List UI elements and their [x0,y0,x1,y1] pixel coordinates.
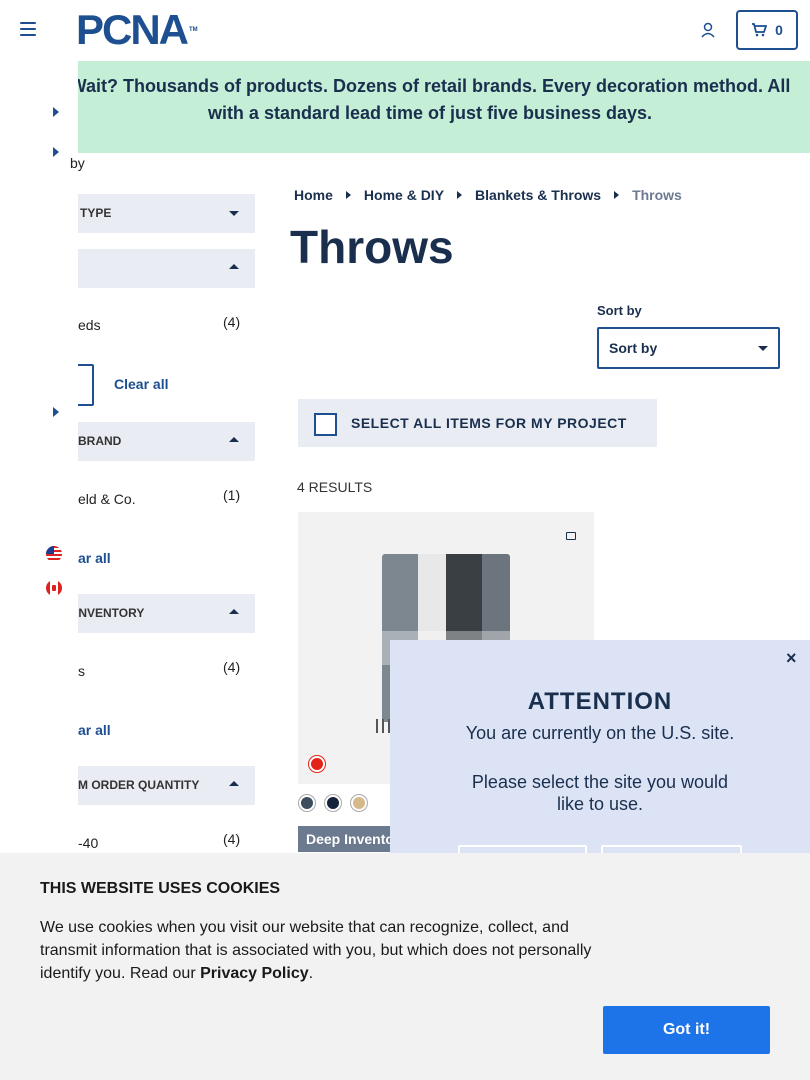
cart-count: 0 [775,22,783,38]
cookie-body-text: We use cookies when you visit our websit… [40,919,592,982]
filter-heading: M ORDER QUANTITY [78,778,200,792]
us-flag-icon[interactable] [46,546,62,562]
drawer-expand-arrow-icon[interactable] [53,107,59,117]
chevron-right-icon [614,191,620,199]
promo-banner: Wait? Thousands of products. Dozens of r… [0,61,810,153]
chevron-up-icon [229,264,239,269]
deep-inventory-badge-icon [309,756,325,772]
filter-option-label[interactable]: eld & Co. [78,491,136,507]
color-swatch[interactable] [299,795,315,811]
drawer-expand-arrow-icon[interactable] [53,407,59,417]
filter-option-count: (4) [223,831,241,847]
sort-label: Sort by [597,303,642,318]
modal-title: ATTENTION [527,688,673,715]
nav-drawer [0,61,78,881]
chevron-up-icon [229,609,239,614]
select-all-label: SELECT ALL ITEMS FOR MY PROJECT [351,415,627,431]
breadcrumb-link[interactable]: Blankets & Throws [475,187,601,203]
cart-button[interactable]: 0 [736,10,798,50]
results-count: 4 RESULTS [297,479,373,495]
breadcrumb-link[interactable]: Home [294,187,333,203]
site-select-modal [390,640,810,880]
pcna-logo[interactable]: PCNA TM [76,9,198,51]
privacy-policy-link[interactable]: Privacy Policy [200,965,309,982]
promo-banner-text: Wait? Thousands of products. Dozens of r… [69,76,791,123]
breadcrumb-link[interactable]: Home & DIY [364,187,444,203]
cart-icon [752,23,768,37]
select-all-checkbox[interactable] [314,413,337,436]
color-swatch[interactable] [351,795,367,811]
sort-select[interactable]: Sort by [597,327,780,369]
breadcrumb-current: Throws [632,187,682,203]
chevron-down-icon [758,346,768,351]
filter-option-count: (4) [223,314,241,330]
color-swatch[interactable] [325,795,341,811]
site-header: PCNA TM 0 [0,0,810,61]
canada-flag-icon[interactable] [46,580,62,596]
filter-option-count: (4) [223,659,241,675]
filter-option-label[interactable]: -40 [78,835,98,851]
chevron-right-icon [457,191,463,199]
cookie-title: THIS WEBSITE USES COOKIES [40,880,281,897]
cookie-banner: THIS WEBSITE USES COOKIES We use cookies… [0,853,810,1080]
filter-heading: BRAND [78,434,122,448]
select-all-items[interactable]: SELECT ALL ITEMS FOR MY PROJECT [298,399,657,447]
chevron-up-icon [229,781,239,786]
drawer-expand-arrow-icon[interactable] [53,147,59,157]
close-icon[interactable]: × [786,648,797,669]
sort-value: Sort by [609,340,658,356]
filter-heading: TYPE [80,206,112,220]
breadcrumb: Home Home & DIY Blankets & Throws Throws [294,187,682,203]
filter-option-label[interactable]: s [78,663,85,679]
filter-option-count: (1) [223,487,241,503]
logo-tm: TM [189,27,198,33]
clear-all-link[interactable]: ar all [78,722,111,738]
got-it-button[interactable]: Got it! [603,1006,770,1054]
color-swatches [299,795,367,811]
modal-message: You are currently on the U.S. site. [465,723,735,743]
deep-inventory-tag: Deep Invento [298,826,402,852]
logo-text: PCNA [76,6,189,53]
account-icon[interactable] [700,22,716,38]
chevron-up-icon [229,437,239,442]
clear-all-link[interactable]: ar all [78,550,111,566]
modal-message: like to use. [556,794,644,814]
modal-message: Please select the site you would [471,772,729,792]
page-title: Throws [290,221,454,273]
clear-all-link[interactable]: Clear all [114,376,168,392]
drawer-partial-text: by [70,155,85,171]
add-to-project-folder-icon[interactable] [566,532,576,540]
filter-option-label[interactable]: eds [78,317,101,333]
filter-heading: INVENTORY [75,606,145,620]
cookie-message: We use cookies when you visit our websit… [40,916,600,985]
hamburger-menu-icon[interactable] [20,22,36,36]
cookie-period: . [308,965,314,982]
chevron-right-icon [345,191,351,199]
chevron-down-icon [229,211,239,216]
